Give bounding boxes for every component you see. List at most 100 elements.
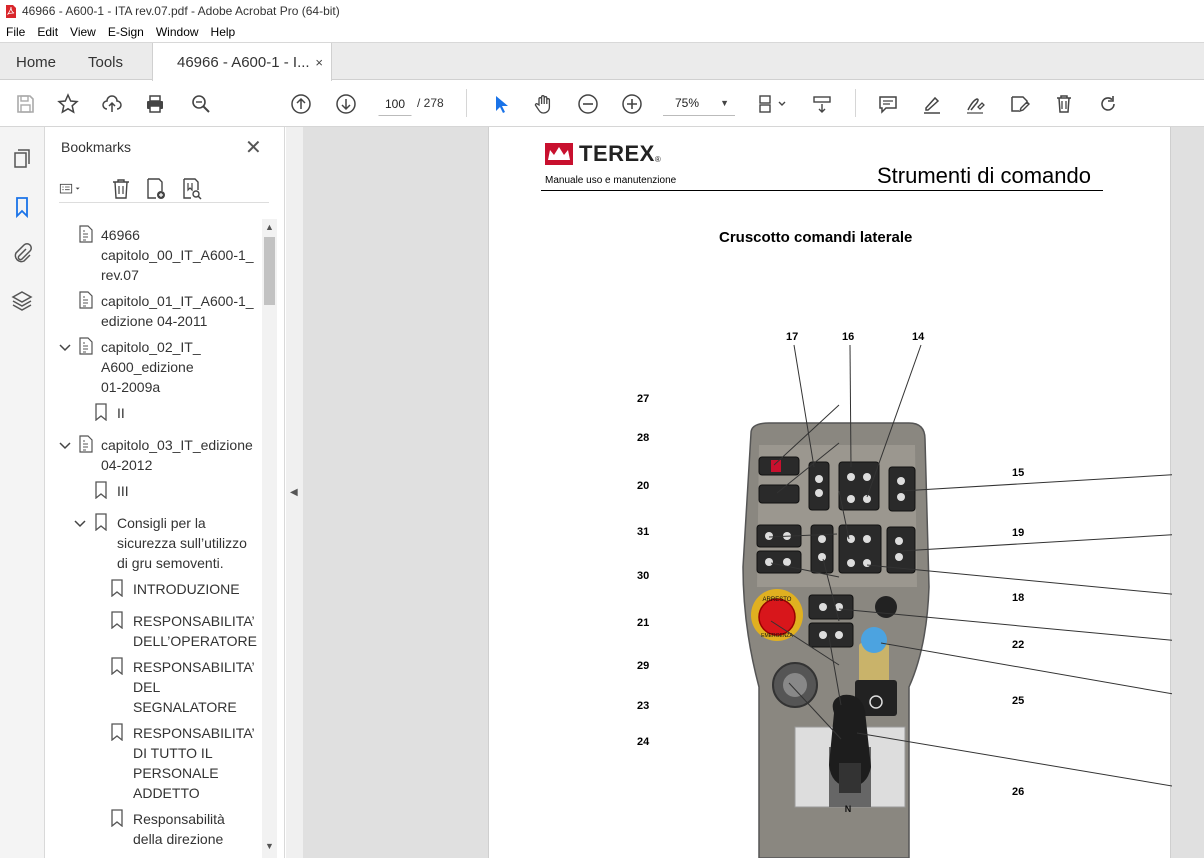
bookmark-label: RESPONSABILITA’ DELL’OPERATORE (133, 613, 257, 649)
bookmark-icon (111, 723, 123, 741)
callout-label: 29 (637, 660, 650, 672)
bookmark-panel-icon[interactable] (10, 195, 34, 219)
chevron-down-icon: ▼ (720, 98, 729, 108)
document-bookmark-icon (79, 435, 93, 453)
callout-label: 14 (912, 331, 925, 343)
bookmark-options-icon[interactable] (59, 177, 83, 201)
menu-bar: File Edit View E-Sign Window Help (0, 22, 1204, 42)
bookmark-label: capitolo_02_IT_ A600_edizione 01-2009a (101, 339, 201, 395)
chevron-down-icon[interactable] (59, 439, 71, 451)
chevron-down-icon[interactable] (74, 517, 86, 529)
control-dashboard-illustration: ARRESTO EMERGENZA N (742, 344, 1172, 858)
bookmark-icon (95, 403, 107, 421)
save-icon[interactable] (12, 91, 38, 117)
callout-label: 31 (637, 526, 650, 538)
menu-view[interactable]: View (64, 25, 102, 39)
bookmark-label: RESPONSABILITA’ DI TUTTO IL PERSONALE AD… (133, 725, 255, 801)
panel-title: Bookmarks (61, 139, 132, 155)
tab-document[interactable]: 46966 - A600-1 - I... × (152, 43, 332, 82)
menu-esign[interactable]: E-Sign (102, 25, 150, 39)
next-page-icon[interactable] (333, 91, 359, 117)
callout-label: 30 (637, 570, 650, 582)
bookmark-label: INTRODUZIONE (133, 581, 240, 597)
callout-label: 17 (786, 331, 799, 343)
pdf-page: TEREX ® Manuale uso e manutenzione Strum… (488, 127, 1172, 858)
bookmark-label: Responsabilità della direzione (133, 811, 225, 847)
callout-label: 22 (1012, 639, 1025, 651)
edit-pdf-icon[interactable] (1007, 91, 1033, 117)
close-panel-icon[interactable]: ✕ (245, 135, 262, 160)
document-bookmark-icon (79, 225, 93, 243)
callout-label: 28 (637, 432, 650, 444)
tab-bar: Home Tools 46966 - A600-1 - I... × (0, 42, 1204, 82)
menu-window[interactable]: Window (150, 25, 205, 39)
delete-bookmark-icon[interactable] (109, 177, 133, 201)
bookmark-icon (111, 579, 123, 597)
attachment-icon[interactable] (10, 241, 34, 265)
page-total: / 278 (417, 96, 444, 110)
star-icon[interactable] (55, 91, 81, 117)
comment-icon[interactable] (875, 91, 901, 117)
callout-label: 23 (637, 700, 650, 712)
panel-splitter[interactable]: ◀ (286, 127, 303, 858)
title-bar: 46966 - A600-1 - ITA rev.07.pdf - Adobe … (0, 0, 1204, 22)
scroll-down-icon[interactable]: ▼ (265, 841, 274, 851)
upload-icon[interactable] (99, 91, 125, 117)
redo-icon[interactable] (1095, 91, 1121, 117)
bookmark-scrollbar[interactable]: ▲ ▼ (262, 219, 277, 858)
document-viewer[interactable]: TEREX ® Manuale uso e manutenzione Strum… (303, 127, 1204, 858)
callout-label: 21 (637, 617, 650, 629)
sign-icon[interactable] (962, 91, 988, 117)
acrobat-icon (6, 4, 16, 18)
collapse-panel-icon[interactable]: ◀ (290, 487, 298, 498)
bookmark-label: RESPONSABILITA’ DEL SEGNALATORE (133, 659, 255, 715)
left-rail (0, 127, 45, 858)
layers-icon[interactable] (10, 289, 34, 313)
toolbar-divider (466, 89, 467, 117)
menu-file[interactable]: File (0, 25, 31, 39)
bookmark-label: capitolo_01_IT_A600-1_ edizione 04-2011 (101, 293, 254, 329)
bookmark-icon (95, 513, 107, 531)
select-cursor-icon[interactable] (488, 91, 514, 117)
bookmarks-panel: Bookmarks ✕ 46966 capitolo_00_IT_A600-1_… (45, 127, 285, 858)
bookmark-icon (111, 657, 123, 675)
tab-document-label: 46966 - A600-1 - I... (177, 54, 310, 71)
menu-help[interactable]: Help (205, 25, 242, 39)
zoom-search-icon[interactable] (188, 91, 214, 117)
new-bookmark-icon[interactable] (143, 177, 167, 201)
toolbar: 100 / 278 75% ▼ (0, 81, 1204, 127)
bookmark-label: capitolo_03_IT_edizione 04-2012 (101, 437, 253, 473)
scroll-mode-icon[interactable] (809, 91, 835, 117)
delete-icon[interactable] (1051, 91, 1077, 117)
page-layout-icon[interactable] (754, 91, 790, 117)
zoom-out-icon[interactable] (575, 91, 601, 117)
zoom-level-select[interactable]: 75% ▼ (663, 92, 735, 116)
chevron-down-icon[interactable] (59, 341, 71, 353)
document-bookmark-icon (79, 337, 93, 355)
hand-tool-icon[interactable] (531, 91, 557, 117)
emergency-stop-label-bottom: EMERGENZA (761, 633, 793, 639)
callout-label: 24 (637, 736, 650, 748)
bookmark-icon (111, 809, 123, 827)
toolbar-divider (855, 89, 856, 117)
bookmark-label: 46966 capitolo_00_IT_A600-1_ rev.07 (101, 227, 254, 283)
callout-label: 27 (637, 393, 650, 405)
callout-label: 25 (1012, 695, 1025, 707)
print-icon[interactable] (142, 91, 168, 117)
tab-tools[interactable]: Tools (88, 43, 123, 81)
pages-thumbnail-icon[interactable] (10, 147, 34, 171)
callout-label: 20 (637, 480, 650, 492)
bookmark-icon (111, 611, 123, 629)
menu-edit[interactable]: Edit (31, 25, 64, 39)
scrollbar-thumb[interactable] (264, 237, 275, 305)
previous-page-icon[interactable] (288, 91, 314, 117)
close-tab-icon[interactable]: × (315, 55, 323, 70)
highlight-pen-icon[interactable] (919, 91, 945, 117)
tab-home[interactable]: Home (16, 43, 56, 81)
page-number-input[interactable]: 100 (378, 92, 412, 116)
bookmark-search-icon[interactable] (179, 177, 203, 201)
zoom-in-icon[interactable] (619, 91, 645, 117)
bookmark-toolbar (59, 177, 269, 203)
window-title: 46966 - A600-1 - ITA rev.07.pdf - Adobe … (22, 4, 340, 18)
scroll-up-icon[interactable]: ▲ (265, 222, 274, 232)
